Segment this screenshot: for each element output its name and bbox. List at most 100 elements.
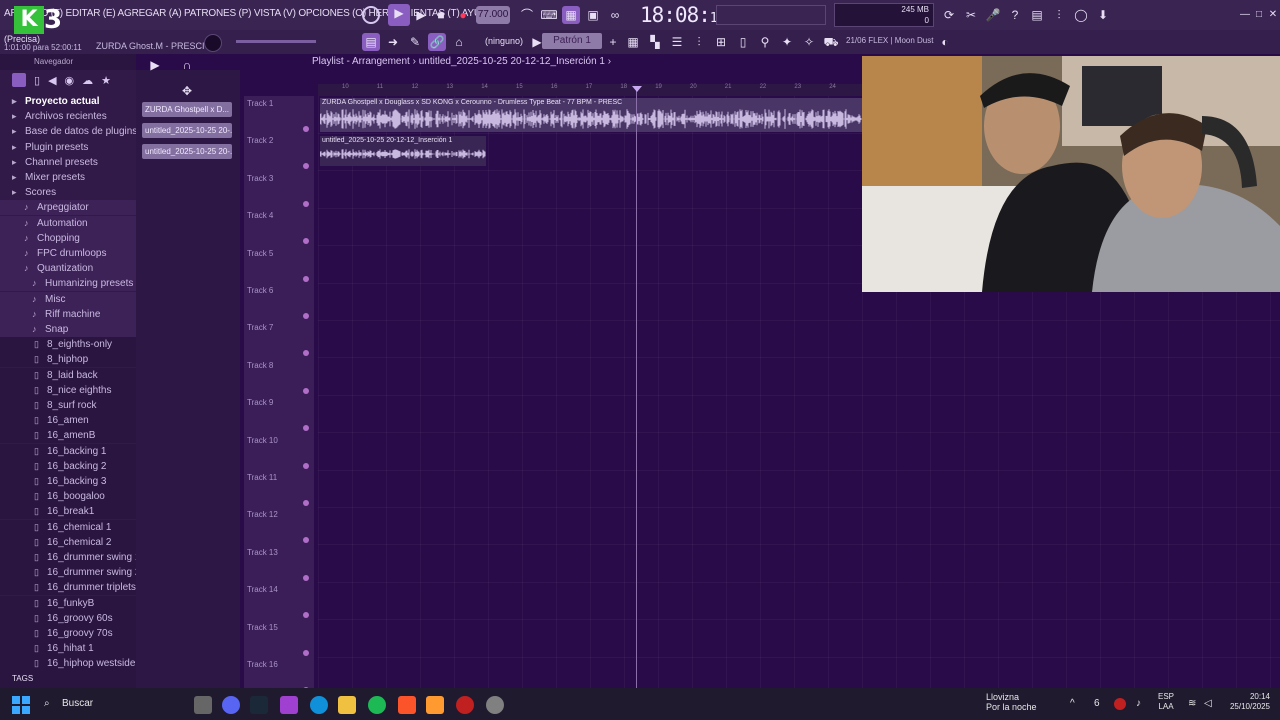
browser-item[interactable]: ▯ 16_funkyB	[0, 595, 136, 611]
track-mute-dot[interactable]	[303, 462, 309, 469]
windows-start-icon[interactable]	[12, 696, 30, 714]
track-mute-dot[interactable]	[303, 387, 309, 394]
language-indicator[interactable]: ESP LAA	[1158, 692, 1174, 712]
discord-icon[interactable]	[222, 696, 240, 714]
pencil-icon[interactable]: ✎	[406, 33, 424, 51]
browser-item[interactable]: ♪ Quantization	[0, 261, 136, 277]
mic-icon[interactable]: 🎤	[984, 6, 1002, 24]
track-mute-dot[interactable]	[303, 612, 309, 619]
track-mute-dot[interactable]	[303, 537, 309, 544]
track-mute-dot[interactable]	[303, 238, 309, 245]
playlist-grid[interactable]	[318, 96, 862, 688]
add-pattern-icon[interactable]: +	[604, 33, 622, 51]
browser-item[interactable]: ▯ 16_drummer swing 1	[0, 550, 140, 565]
moon-icon[interactable]: ◐	[936, 33, 954, 51]
track-label[interactable]: Track 10	[247, 436, 278, 445]
mixer-view-icon[interactable]: ☰	[668, 33, 686, 51]
track-label[interactable]: Track 9	[247, 398, 273, 407]
track-mute-dot[interactable]	[303, 275, 309, 282]
browser-item[interactable]: ▯ 16_drummer triplets	[0, 580, 136, 596]
track-mute-dot[interactable]	[303, 649, 309, 656]
stamp-icon[interactable]: ⌂	[450, 33, 468, 51]
record-button[interactable]: ●	[454, 6, 472, 24]
track-label[interactable]: Track 8	[247, 361, 273, 370]
track-label[interactable]: Track 11	[247, 473, 277, 482]
pattern-song-toggle[interactable]: ▶	[388, 4, 410, 26]
piano-roll-icon[interactable]: ▦	[624, 33, 642, 51]
browser-item[interactable]: ▯ 16_groovy 70s	[0, 626, 136, 641]
playlist-icon[interactable]: ▤	[362, 33, 380, 51]
browser-item[interactable]: ♪ Misc	[0, 291, 136, 307]
track-label[interactable]: Track 6	[247, 286, 273, 295]
audio-clip[interactable]: untitled_2025-10-25 20-12-12_Inserción 1	[320, 136, 486, 166]
step-icon[interactable]: ▦	[562, 6, 580, 24]
browser-item[interactable]: ▯ 16_chemical 2	[0, 534, 136, 550]
arrow-icon[interactable]: ➜	[384, 33, 402, 51]
track-label[interactable]: Track 2	[247, 136, 273, 145]
snap-selector[interactable]: (ninguno)	[484, 34, 524, 48]
picker-clip[interactable]: untitled_2025-10-25 20-...	[142, 144, 232, 159]
browser-back-icon[interactable]: ◀	[48, 74, 56, 87]
track-mute-dot[interactable]	[303, 313, 309, 319]
brush-icon[interactable]: ✦	[778, 33, 796, 51]
task-view-icon[interactable]	[194, 696, 212, 714]
track-label[interactable]: Track 16	[247, 660, 278, 669]
browser-item[interactable]: ▸ Mixer presets	[0, 170, 136, 185]
news-ticker[interactable]: 21/06 FLEX | Moon Dust	[846, 36, 933, 45]
channel-rack-icon[interactable]: ▚	[646, 33, 664, 51]
refresh-icon[interactable]: ⟳	[940, 6, 958, 24]
master-volume-bar[interactable]	[236, 40, 316, 43]
browser-item[interactable]: ♪ Snap	[0, 322, 136, 337]
obs-icon[interactable]	[456, 696, 474, 714]
typing-keyboard-icon[interactable]: ⌨	[540, 6, 558, 24]
track-label[interactable]: Track 15	[247, 623, 278, 632]
metronome-icon[interactable]	[362, 6, 380, 24]
browser-item[interactable]: ▯ 16_drummer swing 2	[0, 565, 140, 581]
track-mute-dot[interactable]	[303, 574, 309, 581]
magnet-icon[interactable]: ∩	[178, 56, 196, 74]
track-label[interactable]: Track 14	[247, 585, 278, 594]
track-label[interactable]: Track 3	[247, 174, 273, 183]
chevron-up-icon[interactable]: ^	[1070, 698, 1082, 710]
fl-studio-icon[interactable]	[426, 696, 444, 714]
browser-item[interactable]: ▯ 8_laid back	[0, 367, 136, 383]
stop-button[interactable]: ■	[432, 6, 450, 24]
blend-icon[interactable]: ▣	[584, 6, 602, 24]
playlist-grid-right[interactable]	[862, 292, 1280, 688]
track-label[interactable]: Track 4	[247, 211, 273, 220]
wave-icon[interactable]: ⌒	[518, 6, 536, 24]
browser-cloud-icon[interactable]: ☁	[82, 74, 93, 87]
browser-item[interactable]: ♪ FPC drumloops	[0, 246, 136, 261]
track-label[interactable]: Track 5	[247, 249, 273, 258]
spotify-icon[interactable]	[368, 696, 386, 714]
pattern-selector[interactable]: Patrón 1	[542, 33, 602, 49]
browser-item[interactable]: ▯ 8_surf rock	[0, 398, 136, 413]
browser-item[interactable]: ▸ Proyecto actual	[0, 94, 136, 109]
tree-icon[interactable]: ⊞	[712, 33, 730, 51]
mixer-icon[interactable]: ⫶	[1050, 6, 1068, 24]
track-label[interactable]: Track 12	[247, 510, 278, 519]
browser-item[interactable]: ▯ 16_backing 1	[0, 443, 136, 459]
help-icon[interactable]: ?	[1006, 6, 1024, 24]
taskbar-search[interactable]: ⌕ Buscar	[38, 694, 184, 714]
track-label[interactable]: Track 13	[247, 548, 278, 557]
audio-clip[interactable]: ZURDA Ghostpell x Douglass x SD KONG x C…	[320, 98, 862, 132]
link-icon[interactable]: 🔗	[428, 33, 446, 51]
tray-icon[interactable]: 6	[1094, 698, 1106, 710]
track-label[interactable]: Track 1	[247, 99, 273, 108]
tempo-display[interactable]: 77.000	[476, 6, 510, 24]
move-icon[interactable]: ✥	[178, 82, 196, 100]
explorer-icon[interactable]	[338, 696, 356, 714]
browser-item[interactable]: ▸ Channel presets	[0, 155, 136, 170]
browser-item[interactable]: ▯ 16_groovy 60s	[0, 610, 136, 626]
app-icon[interactable]	[486, 696, 504, 714]
plug-icon[interactable]: ⚲	[756, 33, 774, 51]
system-clock[interactable]: 20:14 25/10/2025	[1222, 692, 1270, 712]
brave-icon[interactable]	[398, 696, 416, 714]
copilot-icon[interactable]	[280, 696, 298, 714]
browser-all-icon[interactable]	[12, 73, 26, 87]
track-mute-dot[interactable]	[303, 350, 309, 357]
browser-item[interactable]: ▸ Scores	[0, 185, 136, 200]
cart-icon[interactable]: ⛟	[822, 33, 840, 51]
playhead-marker[interactable]	[632, 86, 642, 92]
